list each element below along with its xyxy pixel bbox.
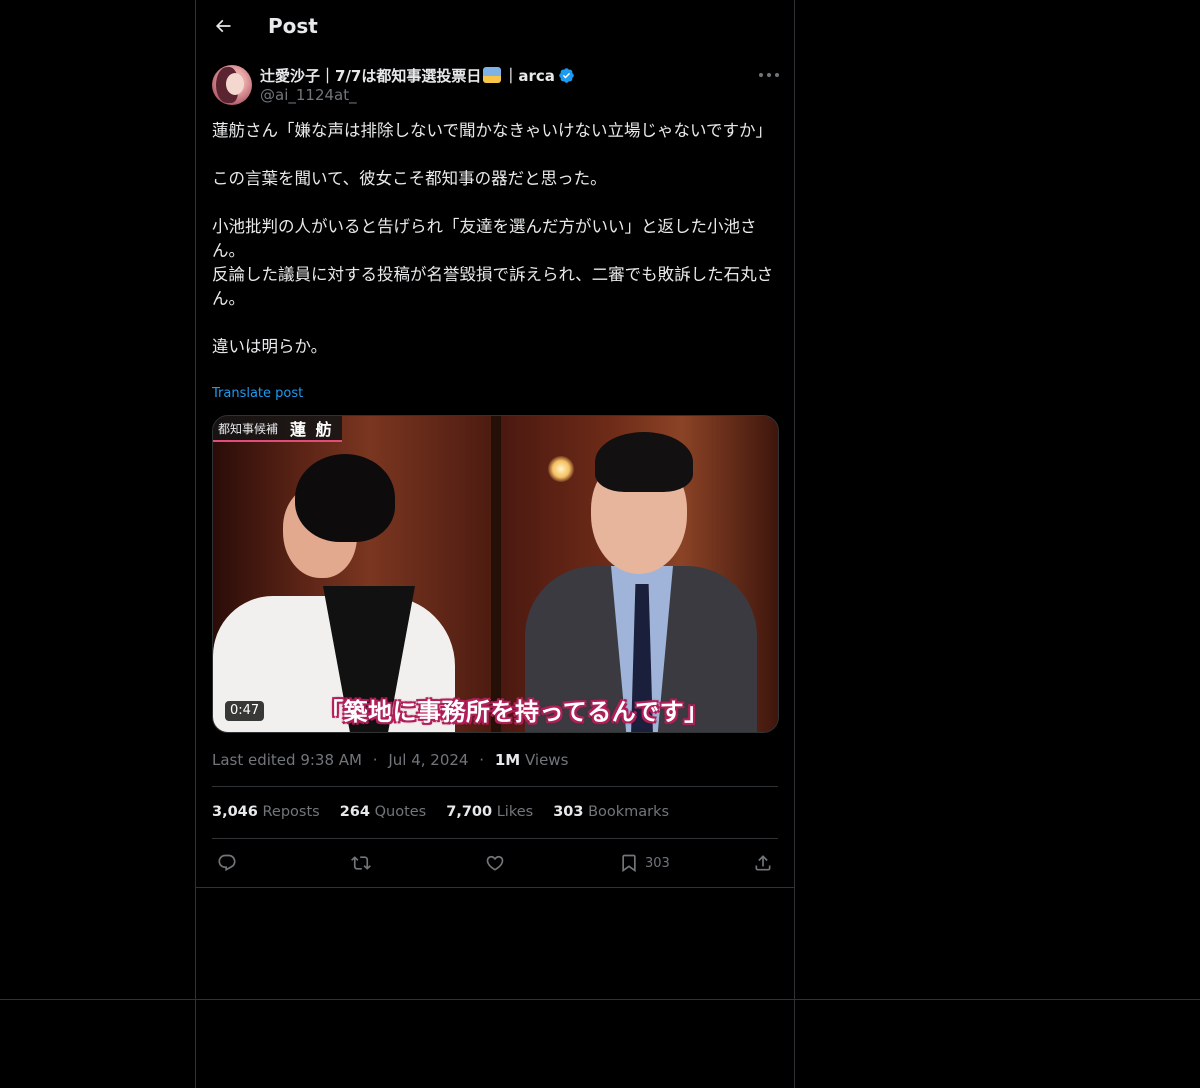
bookmark-action-count: 303 <box>645 855 670 871</box>
caption-name: 蓮 舫 <box>290 420 334 439</box>
quotes-stat[interactable]: 264 Quotes <box>340 804 427 820</box>
post-gap <box>212 191 778 215</box>
man-hair <box>595 432 693 492</box>
bookmarks-count: 303 <box>553 804 584 820</box>
meta-separator: · <box>372 751 378 769</box>
like-button[interactable] <box>485 852 505 874</box>
divider <box>212 838 778 839</box>
likes-label: Likes <box>496 804 534 820</box>
action-bar: 303 <box>196 840 794 887</box>
reposts-stat[interactable]: 3,046 Reposts <box>212 804 320 820</box>
video-duration: 0:47 <box>225 701 265 721</box>
verified-badge-icon[interactable] <box>558 67 575 84</box>
post-date[interactable]: Jul 4, 2024 <box>388 751 468 769</box>
post-gap <box>212 143 778 167</box>
quotes-count: 264 <box>339 804 370 820</box>
more-options-icon[interactable] <box>759 66 779 84</box>
page-title: Post <box>268 14 318 38</box>
post-meta: Last edited 9:38 AM · Jul 4, 2024 · 1M V… <box>212 751 568 769</box>
reply-icon <box>218 854 236 872</box>
video-player[interactable]: 都知事候補 蓮 舫 「築地に事務所を持ってるんです」 0:47 <box>212 415 779 733</box>
video-name-caption: 都知事候補 蓮 舫 <box>213 416 342 442</box>
post-line: 小池批判の人がいると告げられ「友達を選んだ方がいい」と返した小池さん。 <box>212 217 757 260</box>
bookmarks-stat[interactable]: 303 Bookmarks <box>553 804 669 820</box>
post-line: 蓮舫さん「嫌な声は排除しないで聞かなきゃいけない立場じゃないですか」 <box>212 121 773 140</box>
bookmarks-label: Bookmarks <box>588 804 670 820</box>
ballot-box-emoji-icon <box>483 67 502 83</box>
likes-count: 7,700 <box>446 804 493 820</box>
bookmark-button[interactable]: 303 <box>619 852 670 874</box>
author-handle[interactable]: @ai_1124at_ <box>260 86 357 104</box>
avatar[interactable] <box>212 65 252 105</box>
post-line: この言葉を聞いて、彼女こそ都知事の器だと思った。 <box>212 169 607 188</box>
repost-button[interactable] <box>351 852 371 874</box>
post-line: 反論した議員に対する投稿が名誉毀損で訴えられ、二審でも敗訴した石丸さん。 <box>212 265 774 308</box>
bookmark-icon <box>622 854 636 873</box>
video-divider <box>491 416 501 732</box>
divider <box>196 887 794 888</box>
dot <box>767 73 771 77</box>
post-text: 蓮舫さん「嫌な声は排除しないで聞かなきゃいけない立場じゃないですか」 この言葉を… <box>212 119 778 359</box>
caption-role: 都知事候補 <box>218 421 279 436</box>
likes-stat[interactable]: 7,700 Likes <box>446 804 533 820</box>
views-label: Views <box>524 751 569 769</box>
reposts-label: Reposts <box>262 804 320 820</box>
share-button[interactable] <box>753 852 773 874</box>
views-count: 1M <box>494 751 521 769</box>
dot <box>759 73 763 77</box>
reply-button[interactable] <box>217 852 237 874</box>
repost-icon <box>351 856 371 870</box>
woman-hair <box>295 454 395 542</box>
bottom-divider <box>0 999 1200 1000</box>
divider <box>212 786 778 787</box>
back-arrow-icon[interactable] <box>213 16 233 36</box>
meta-separator: · <box>479 751 485 769</box>
avatar-face <box>226 73 244 95</box>
wall-lamp <box>548 456 574 482</box>
post-gap <box>212 311 778 335</box>
translate-post-link[interactable]: Translate post <box>212 386 303 401</box>
author-display-name-tail[interactable]: ｜arca <box>503 65 555 86</box>
main-column: Post 辻愛沙子｜7/7は都知事選投票日 ｜arca @ai_1124at_ … <box>195 0 795 1088</box>
share-icon <box>755 855 771 871</box>
video-subtitle: 「築地に事務所を持ってるんです」 <box>319 698 709 726</box>
heart-icon <box>486 855 504 871</box>
post-line: 違いは明らか。 <box>212 337 328 356</box>
quotes-label: Quotes <box>374 804 427 820</box>
reposts-count: 3,046 <box>212 804 258 820</box>
engagement-stats: 3,046 Reposts 264 Quotes 7,700 Likes 303… <box>212 804 689 820</box>
author-name-row[interactable]: 辻愛沙子｜7/7は都知事選投票日 ｜arca <box>260 64 575 86</box>
author-display-name[interactable]: 辻愛沙子｜7/7は都知事選投票日 <box>260 65 481 86</box>
edited-timestamp[interactable]: Last edited 9:38 AM <box>212 751 362 769</box>
page-header: Post <box>196 0 794 53</box>
dot <box>775 73 779 77</box>
